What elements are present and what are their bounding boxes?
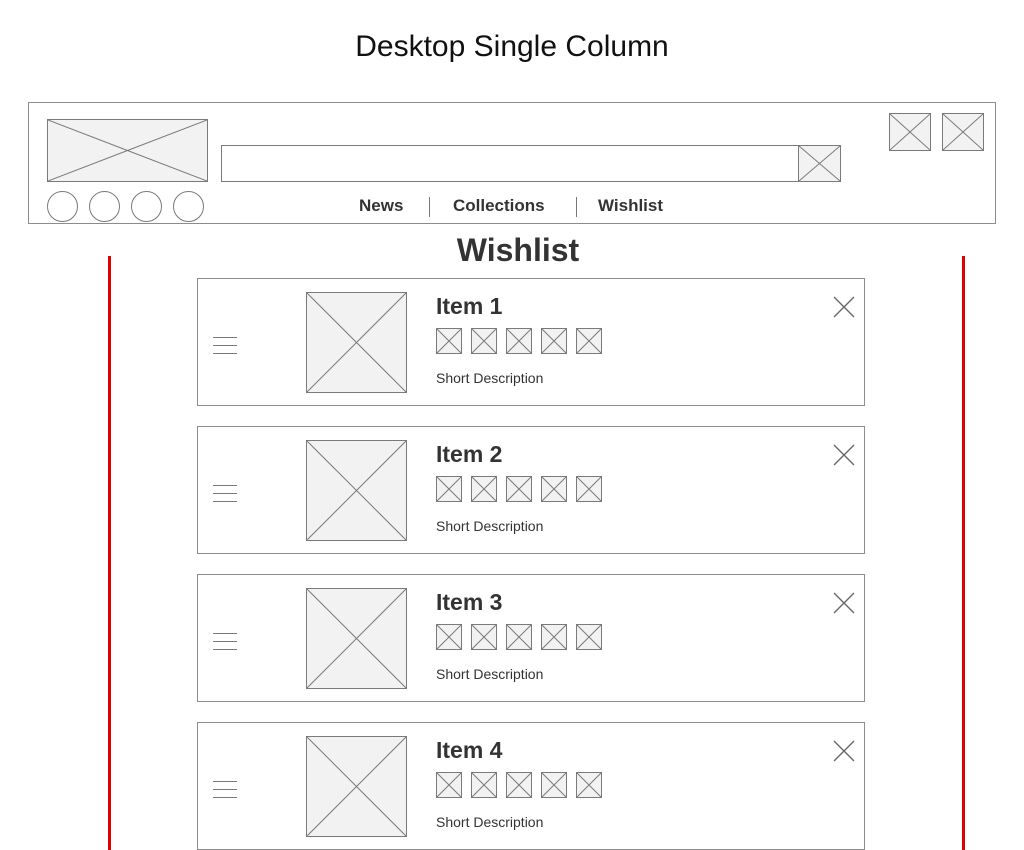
swatch-placeholder-icon[interactable]	[436, 772, 462, 798]
swatch-placeholder-icon[interactable]	[576, 624, 602, 650]
wishlist-item-card: Item 1 Short Description	[197, 278, 865, 406]
social-circle-icon-2[interactable]	[89, 191, 120, 222]
close-icon[interactable]	[832, 591, 856, 615]
placeholder-cross-icon	[48, 120, 207, 181]
wishlist-item-card: Item 3 Short Description	[197, 574, 865, 702]
placeholder-cross-icon	[437, 625, 461, 649]
item-description: Short Description	[436, 666, 544, 682]
swatch-placeholder-icon[interactable]	[436, 624, 462, 650]
item-image-placeholder-icon[interactable]	[306, 736, 407, 837]
placeholder-cross-icon	[890, 114, 930, 150]
swatch-placeholder-icon[interactable]	[541, 624, 567, 650]
item-title[interactable]: Item 3	[436, 589, 502, 616]
drag-handle-icon[interactable]	[213, 485, 237, 503]
close-icon[interactable]	[832, 443, 856, 467]
logo-image-placeholder-icon[interactable]	[47, 119, 208, 182]
swatch-placeholder-icon[interactable]	[436, 328, 462, 354]
social-circle-icon-3[interactable]	[131, 191, 162, 222]
swatch-placeholder-icon[interactable]	[471, 476, 497, 502]
placeholder-cross-icon	[799, 146, 840, 181]
header-action-image-placeholder-icon-1[interactable]	[889, 113, 931, 151]
item-title[interactable]: Item 1	[436, 293, 502, 320]
placeholder-cross-icon	[437, 773, 461, 797]
nav-item-collections[interactable]: Collections	[453, 196, 545, 216]
swatch-placeholder-icon[interactable]	[506, 476, 532, 502]
placeholder-cross-icon	[577, 329, 601, 353]
placeholder-cross-icon	[507, 773, 531, 797]
nav-item-wishlist[interactable]: Wishlist	[598, 196, 663, 216]
drag-handle-icon[interactable]	[213, 781, 237, 799]
placeholder-cross-icon	[542, 773, 566, 797]
swatch-placeholder-icon[interactable]	[541, 476, 567, 502]
item-description: Short Description	[436, 370, 544, 386]
wishlist-item-card: Item 4 Short Description	[197, 722, 865, 850]
social-circle-icon-1[interactable]	[47, 191, 78, 222]
swatch-placeholder-icon[interactable]	[576, 772, 602, 798]
close-icon[interactable]	[832, 295, 856, 319]
column-guide-right	[962, 256, 965, 850]
swatch-placeholder-icon[interactable]	[506, 328, 532, 354]
placeholder-cross-icon	[472, 477, 496, 501]
swatch-placeholder-icon[interactable]	[576, 476, 602, 502]
item-description: Short Description	[436, 814, 544, 830]
nav-divider	[576, 197, 577, 217]
search-button-image-placeholder-icon[interactable]	[798, 145, 841, 182]
placeholder-cross-icon	[307, 737, 406, 836]
placeholder-cross-icon	[472, 773, 496, 797]
swatch-placeholder-icon[interactable]	[471, 328, 497, 354]
placeholder-cross-icon	[507, 477, 531, 501]
placeholder-cross-icon	[507, 329, 531, 353]
swatch-placeholder-icon[interactable]	[506, 772, 532, 798]
placeholder-cross-icon	[542, 329, 566, 353]
placeholder-cross-icon	[577, 625, 601, 649]
column-guide-left	[108, 256, 111, 850]
drag-handle-icon[interactable]	[213, 337, 237, 355]
placeholder-cross-icon	[943, 114, 983, 150]
placeholder-cross-icon	[437, 477, 461, 501]
placeholder-cross-icon	[307, 441, 406, 540]
placeholder-cross-icon	[472, 329, 496, 353]
close-icon[interactable]	[832, 739, 856, 763]
header-action-image-placeholder-icon-2[interactable]	[942, 113, 984, 151]
social-circle-icon-4[interactable]	[173, 191, 204, 222]
item-image-placeholder-icon[interactable]	[306, 440, 407, 541]
placeholder-cross-icon	[307, 589, 406, 688]
placeholder-cross-icon	[472, 625, 496, 649]
page-title: Desktop Single Column	[355, 30, 669, 63]
placeholder-cross-icon	[307, 293, 406, 392]
item-title[interactable]: Item 2	[436, 441, 502, 468]
item-image-placeholder-icon[interactable]	[306, 292, 407, 393]
swatch-placeholder-icon[interactable]	[541, 328, 567, 354]
placeholder-cross-icon	[577, 477, 601, 501]
placeholder-cross-icon	[542, 477, 566, 501]
placeholder-cross-icon	[577, 773, 601, 797]
placeholder-cross-icon	[542, 625, 566, 649]
swatch-placeholder-icon[interactable]	[576, 328, 602, 354]
swatch-placeholder-icon[interactable]	[506, 624, 532, 650]
swatch-placeholder-icon[interactable]	[471, 624, 497, 650]
swatch-placeholder-icon[interactable]	[541, 772, 567, 798]
item-title[interactable]: Item 4	[436, 737, 502, 764]
placeholder-cross-icon	[507, 625, 531, 649]
swatch-placeholder-icon[interactable]	[471, 772, 497, 798]
placeholder-cross-icon	[437, 329, 461, 353]
nav-item-news[interactable]: News	[359, 196, 403, 216]
item-image-placeholder-icon[interactable]	[306, 588, 407, 689]
wishlist-item-card: Item 2 Short Description	[197, 426, 865, 554]
item-description: Short Description	[436, 518, 544, 534]
wishlist-heading: Wishlist	[456, 232, 580, 268]
nav-divider	[429, 197, 430, 217]
drag-handle-icon[interactable]	[213, 633, 237, 651]
swatch-placeholder-icon[interactable]	[436, 476, 462, 502]
search-input[interactable]	[221, 145, 799, 182]
